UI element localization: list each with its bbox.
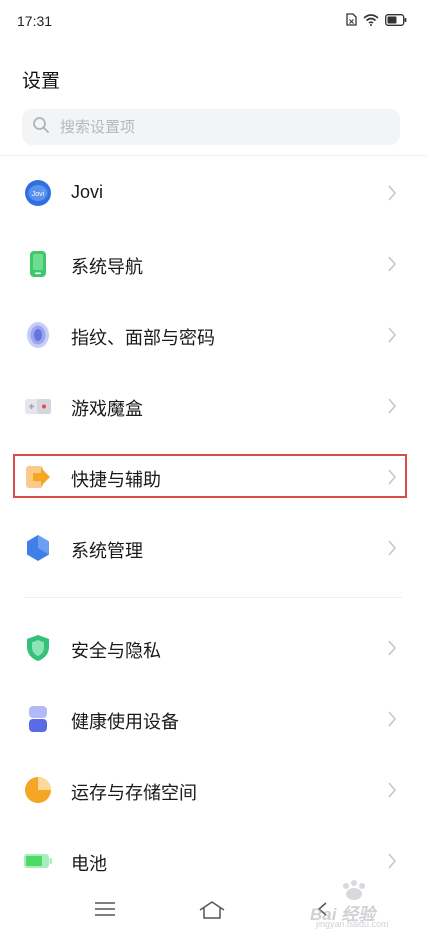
phone-navigation-icon <box>23 249 53 279</box>
status-bar: 17:31 <box>0 0 427 42</box>
chevron-right-icon <box>387 398 397 419</box>
search-box[interactable] <box>22 109 400 145</box>
battery-icon <box>23 846 53 876</box>
chevron-right-icon <box>387 327 397 348</box>
shortcut-arrow-icon <box>23 462 53 492</box>
status-icons <box>346 13 407 31</box>
settings-item-shortcuts-accessibility[interactable]: 快捷与辅助 <box>0 449 427 505</box>
hourglass-icon <box>23 704 53 734</box>
settings-item-label: 电池 <box>71 854 107 874</box>
status-time: 17:31 <box>17 13 53 29</box>
search-input[interactable] <box>58 117 382 137</box>
settings-item-label: 系统管理 <box>71 541 143 561</box>
fingerprint-icon <box>23 320 53 350</box>
settings-item-label: 健康使用设备 <box>71 712 179 732</box>
settings-item-system-management[interactable]: 系统管理 <box>0 520 427 576</box>
divider <box>0 155 427 156</box>
chevron-right-icon <box>387 782 397 803</box>
settings-item-label: 游戏魔盒 <box>71 399 143 419</box>
baidu-jingyan-watermark: Bai 经验 jingyan.baidu.com <box>298 880 418 932</box>
chevron-right-icon <box>387 711 397 732</box>
chevron-right-icon <box>387 853 397 874</box>
page-title: 设置 <box>22 71 61 92</box>
settings-item-memory-storage[interactable]: 运存与存储空间 <box>0 762 427 818</box>
pie-chart-icon <box>23 775 53 805</box>
sim-icon <box>346 13 357 31</box>
settings-item-label: 指纹、面部与密码 <box>71 328 215 348</box>
settings-item-fingerprint[interactable]: 指纹、面部与密码 <box>0 307 427 363</box>
menu-icon[interactable] <box>94 900 116 923</box>
group-divider <box>24 597 402 598</box>
chevron-right-icon <box>387 640 397 661</box>
jovi-icon: Jovi <box>23 178 53 208</box>
watermark-url: jingyan.baidu.com <box>316 919 389 929</box>
search-icon <box>22 116 50 139</box>
settings-item-jovi[interactable]: Jovi Jovi <box>0 165 427 221</box>
settings-item-security-privacy[interactable]: 安全与隐私 <box>0 620 427 676</box>
paw-icon <box>343 880 365 900</box>
shield-icon <box>23 633 53 663</box>
settings-item-label: 快捷与辅助 <box>71 470 161 490</box>
settings-item-label: 安全与隐私 <box>71 641 161 661</box>
settings-item-label: 系统导航 <box>71 257 143 277</box>
game-box-icon <box>23 391 53 421</box>
battery-status-icon <box>385 13 407 31</box>
chevron-right-icon <box>387 256 397 277</box>
chevron-right-icon <box>387 185 397 206</box>
settings-item-game-box[interactable]: 游戏魔盒 <box>0 378 427 434</box>
settings-item-label: 运存与存储空间 <box>71 783 197 803</box>
chevron-right-icon <box>387 540 397 561</box>
wifi-icon <box>363 13 379 31</box>
settings-item-label: Jovi <box>71 182 104 202</box>
chevron-right-icon <box>387 469 397 490</box>
settings-item-healthy-device-use[interactable]: 健康使用设备 <box>0 691 427 747</box>
home-icon[interactable] <box>198 900 226 925</box>
svg-text:Jovi: Jovi <box>32 191 45 198</box>
hexagon-icon <box>23 533 53 563</box>
settings-item-system-navigation[interactable]: 系统导航 <box>0 236 427 292</box>
